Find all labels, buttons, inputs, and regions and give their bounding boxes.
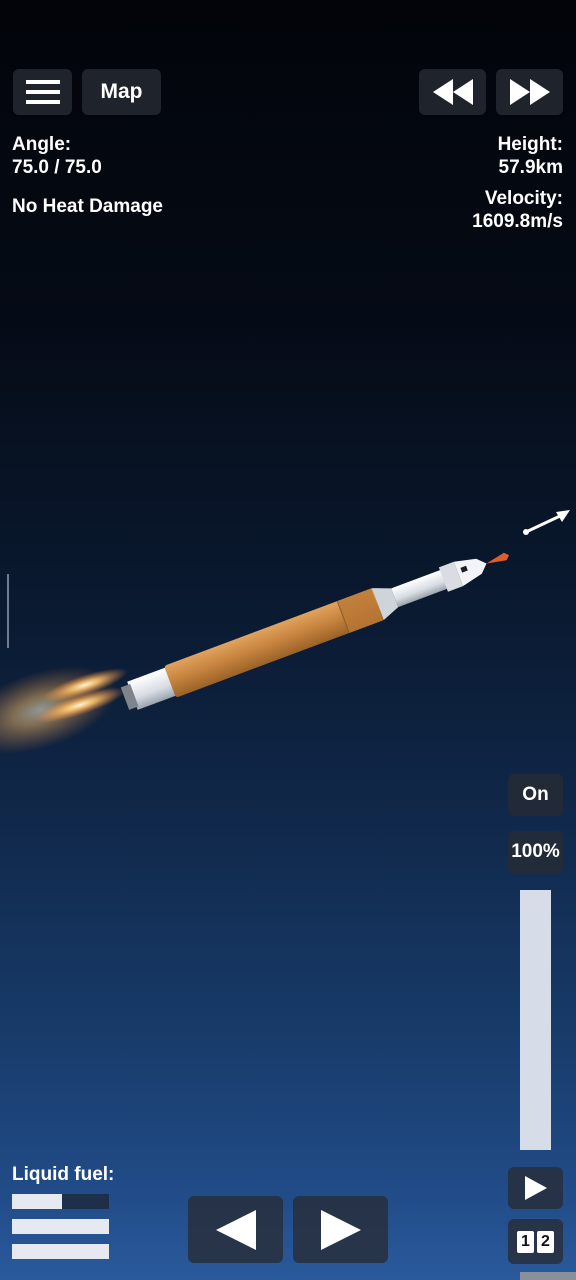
play-icon	[524, 1176, 547, 1200]
fuel-bar	[12, 1194, 109, 1209]
prograde-arrow-icon	[523, 510, 570, 535]
fast-forward-icon	[509, 79, 550, 105]
left-arrow-icon	[215, 1209, 256, 1250]
rotate-left-button[interactable]	[188, 1196, 283, 1263]
height-label: Height:	[497, 134, 563, 155]
fuel-label: Liquid fuel:	[12, 1164, 115, 1185]
right-arrow-icon	[320, 1209, 361, 1250]
engine-flame	[0, 666, 128, 754]
velocity-value: 1609.8m/s	[472, 211, 563, 232]
height-value: 57.9km	[498, 157, 563, 178]
heat-status: No Heat Damage	[12, 196, 163, 217]
bottom-handle	[520, 1272, 576, 1280]
rotate-right-button[interactable]	[293, 1196, 388, 1263]
play-button[interactable]	[508, 1167, 563, 1209]
fast-forward-button[interactable]	[496, 69, 563, 115]
throttle-percent-button[interactable]: 100%	[508, 831, 563, 873]
stage-2-label: 2	[537, 1230, 554, 1253]
throttle-slider[interactable]	[520, 890, 551, 1150]
stage-1-label: 1	[517, 1230, 534, 1253]
menu-button[interactable]	[13, 69, 72, 115]
fuel-fill	[12, 1194, 63, 1209]
fuel-fill	[12, 1244, 109, 1259]
throttle-fill	[520, 890, 551, 1150]
fuel-fill	[12, 1219, 109, 1234]
rocket-scene	[0, 510, 570, 754]
rocket	[120, 552, 509, 710]
map-button[interactable]: Map	[82, 69, 161, 115]
rewind-icon	[432, 79, 473, 105]
engine-toggle-button[interactable]: On	[508, 774, 563, 816]
hamburger-menu-icon	[25, 80, 60, 104]
velocity-label: Velocity:	[484, 188, 563, 209]
rewind-button[interactable]	[419, 69, 486, 115]
stage-button[interactable]: 1 2	[508, 1219, 563, 1264]
fuel-bar	[12, 1219, 109, 1234]
angle-label: Angle:	[12, 134, 72, 155]
angle-value: 75.0 / 75.0	[12, 157, 102, 178]
fuel-bar	[12, 1244, 109, 1259]
